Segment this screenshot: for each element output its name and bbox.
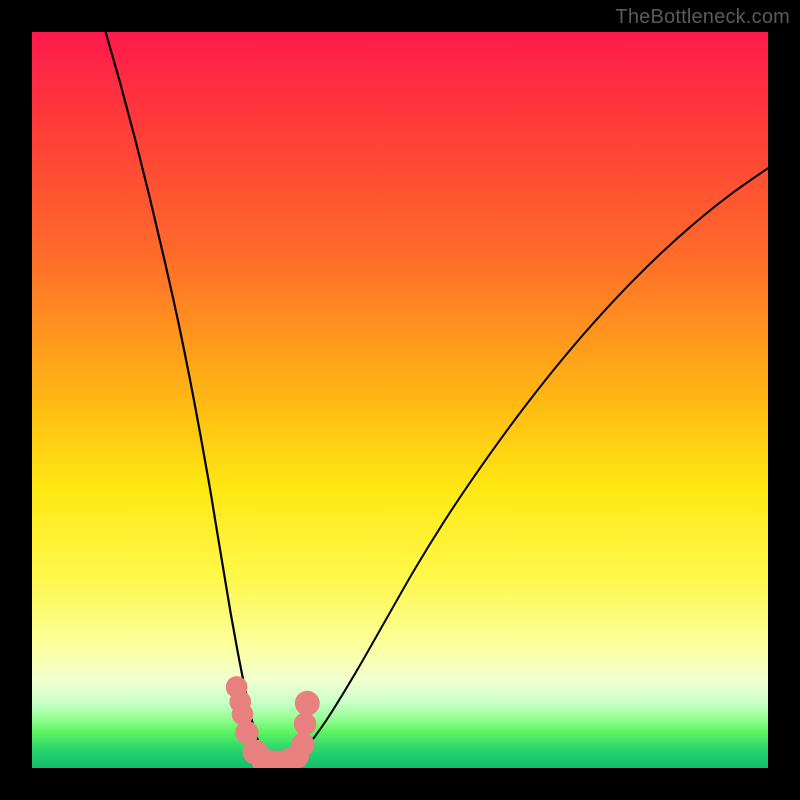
valley-marker-dot bbox=[291, 733, 314, 756]
curve-left-branch bbox=[106, 32, 305, 767]
valley-markers bbox=[226, 676, 320, 768]
curve-right-branch bbox=[275, 168, 768, 765]
curves-layer bbox=[32, 32, 768, 768]
valley-marker-dot bbox=[295, 691, 320, 716]
chart-frame: TheBottleneck.com bbox=[0, 0, 800, 800]
plot-area bbox=[32, 32, 768, 768]
watermark-text: TheBottleneck.com bbox=[615, 6, 790, 29]
valley-marker-dot bbox=[294, 713, 317, 736]
